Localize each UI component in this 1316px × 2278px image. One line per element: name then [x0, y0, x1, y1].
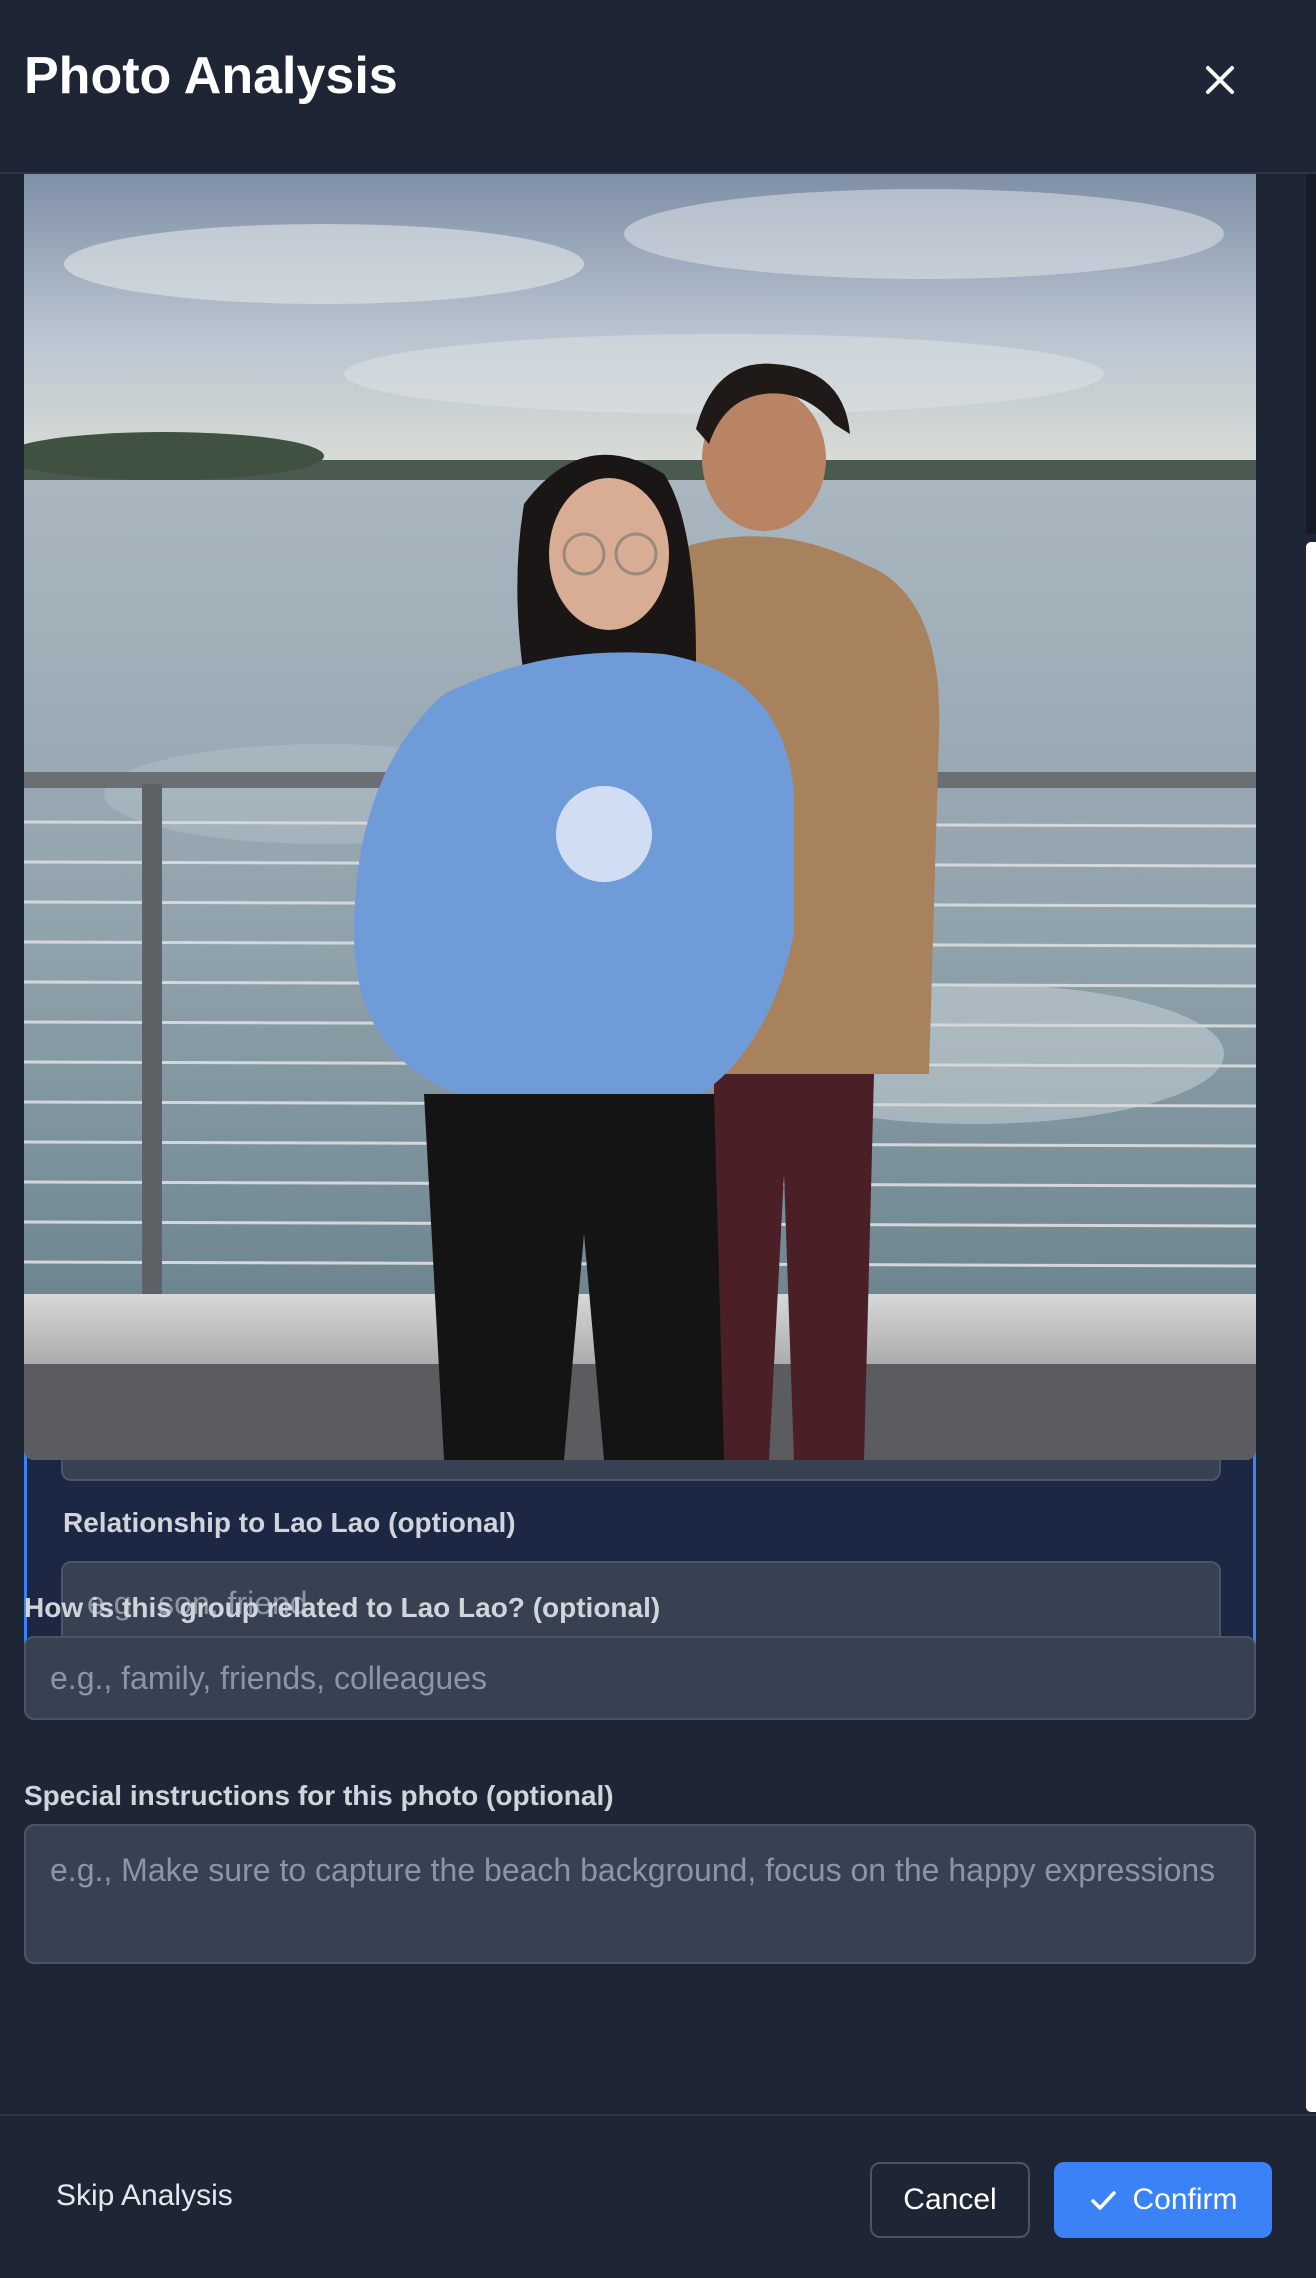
scrollbar-track [1306, 174, 1316, 534]
close-button[interactable] [1192, 52, 1248, 108]
analyzed-photo [24, 174, 1256, 1460]
special-instructions-input[interactable] [24, 1824, 1256, 1964]
group-relation-input[interactable] [24, 1636, 1256, 1720]
confirm-label: Confirm [1132, 2183, 1238, 2216]
confirm-button[interactable]: Confirm [1054, 2162, 1272, 2238]
check-icon [1091, 2191, 1117, 2210]
modal-footer: Skip Analysis Cancel Confirm [0, 2114, 1316, 2278]
group-relation-label: How is this group related to Lao Lao? (o… [24, 1592, 661, 1623]
cancel-button[interactable]: Cancel [870, 2162, 1030, 2238]
photo-image [24, 174, 1256, 1460]
close-icon [1206, 66, 1234, 94]
modal-body: Relationship to Lao Lao (optional) [0, 174, 1316, 2114]
modal-header: Photo Analysis [0, 0, 1316, 174]
scrollbar-thumb[interactable] [1306, 542, 1316, 2112]
skip-analysis-button[interactable]: Skip Analysis [36, 2160, 253, 2232]
special-instructions-label: Special instructions for this photo (opt… [24, 1780, 614, 1811]
page-title: Photo Analysis [24, 47, 398, 105]
relationship-label: Relationship to Lao Lao (optional) [63, 1507, 516, 1538]
